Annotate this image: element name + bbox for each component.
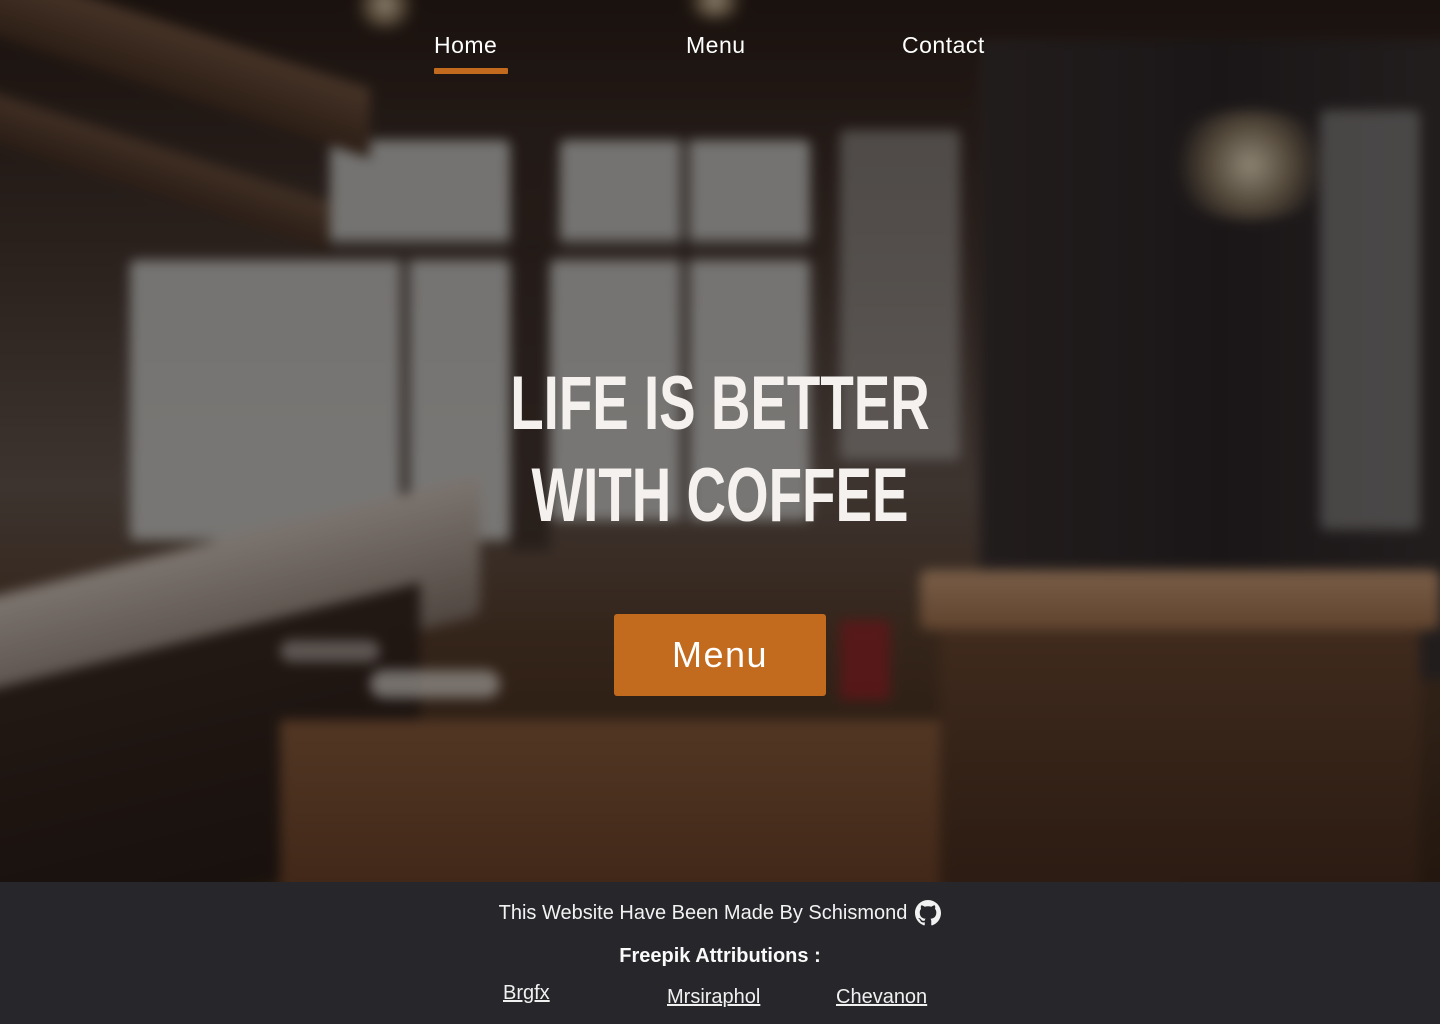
top-navigation: Home Menu Contact xyxy=(0,0,1440,90)
footer-credit: This Website Have Been Made By Schismond xyxy=(0,900,1440,926)
nav-link-menu[interactable]: Menu xyxy=(686,32,746,59)
footer-credit-text: This Website Have Been Made By Schismond xyxy=(498,901,908,924)
nav-link-contact[interactable]: Contact xyxy=(902,32,985,59)
footer: This Website Have Been Made By Schismond… xyxy=(0,882,1440,1024)
attribution-link-mrsiraphol[interactable]: Mrsiraphol xyxy=(667,986,760,1009)
attributions-title: Freepik Attributions : xyxy=(619,945,821,967)
attribution-link-brgfx[interactable]: Brgfx xyxy=(503,982,550,1005)
github-icon[interactable] xyxy=(915,900,942,926)
nav-link-home[interactable]: Home xyxy=(434,32,497,59)
attribution-link-chevanon[interactable]: Chevanon xyxy=(836,986,927,1009)
menu-cta-button[interactable]: Menu xyxy=(614,614,826,696)
nav-active-indicator xyxy=(434,68,508,74)
hero-headline-line1: LIFE IS BETTER xyxy=(510,361,930,446)
hero-section: Home Menu Contact LIFE IS BETTER WITH CO… xyxy=(0,0,1440,882)
hero-headline-line2: WITH COFFEE xyxy=(531,453,909,538)
hero-headline: LIFE IS BETTER WITH COFFEE xyxy=(202,358,1239,542)
